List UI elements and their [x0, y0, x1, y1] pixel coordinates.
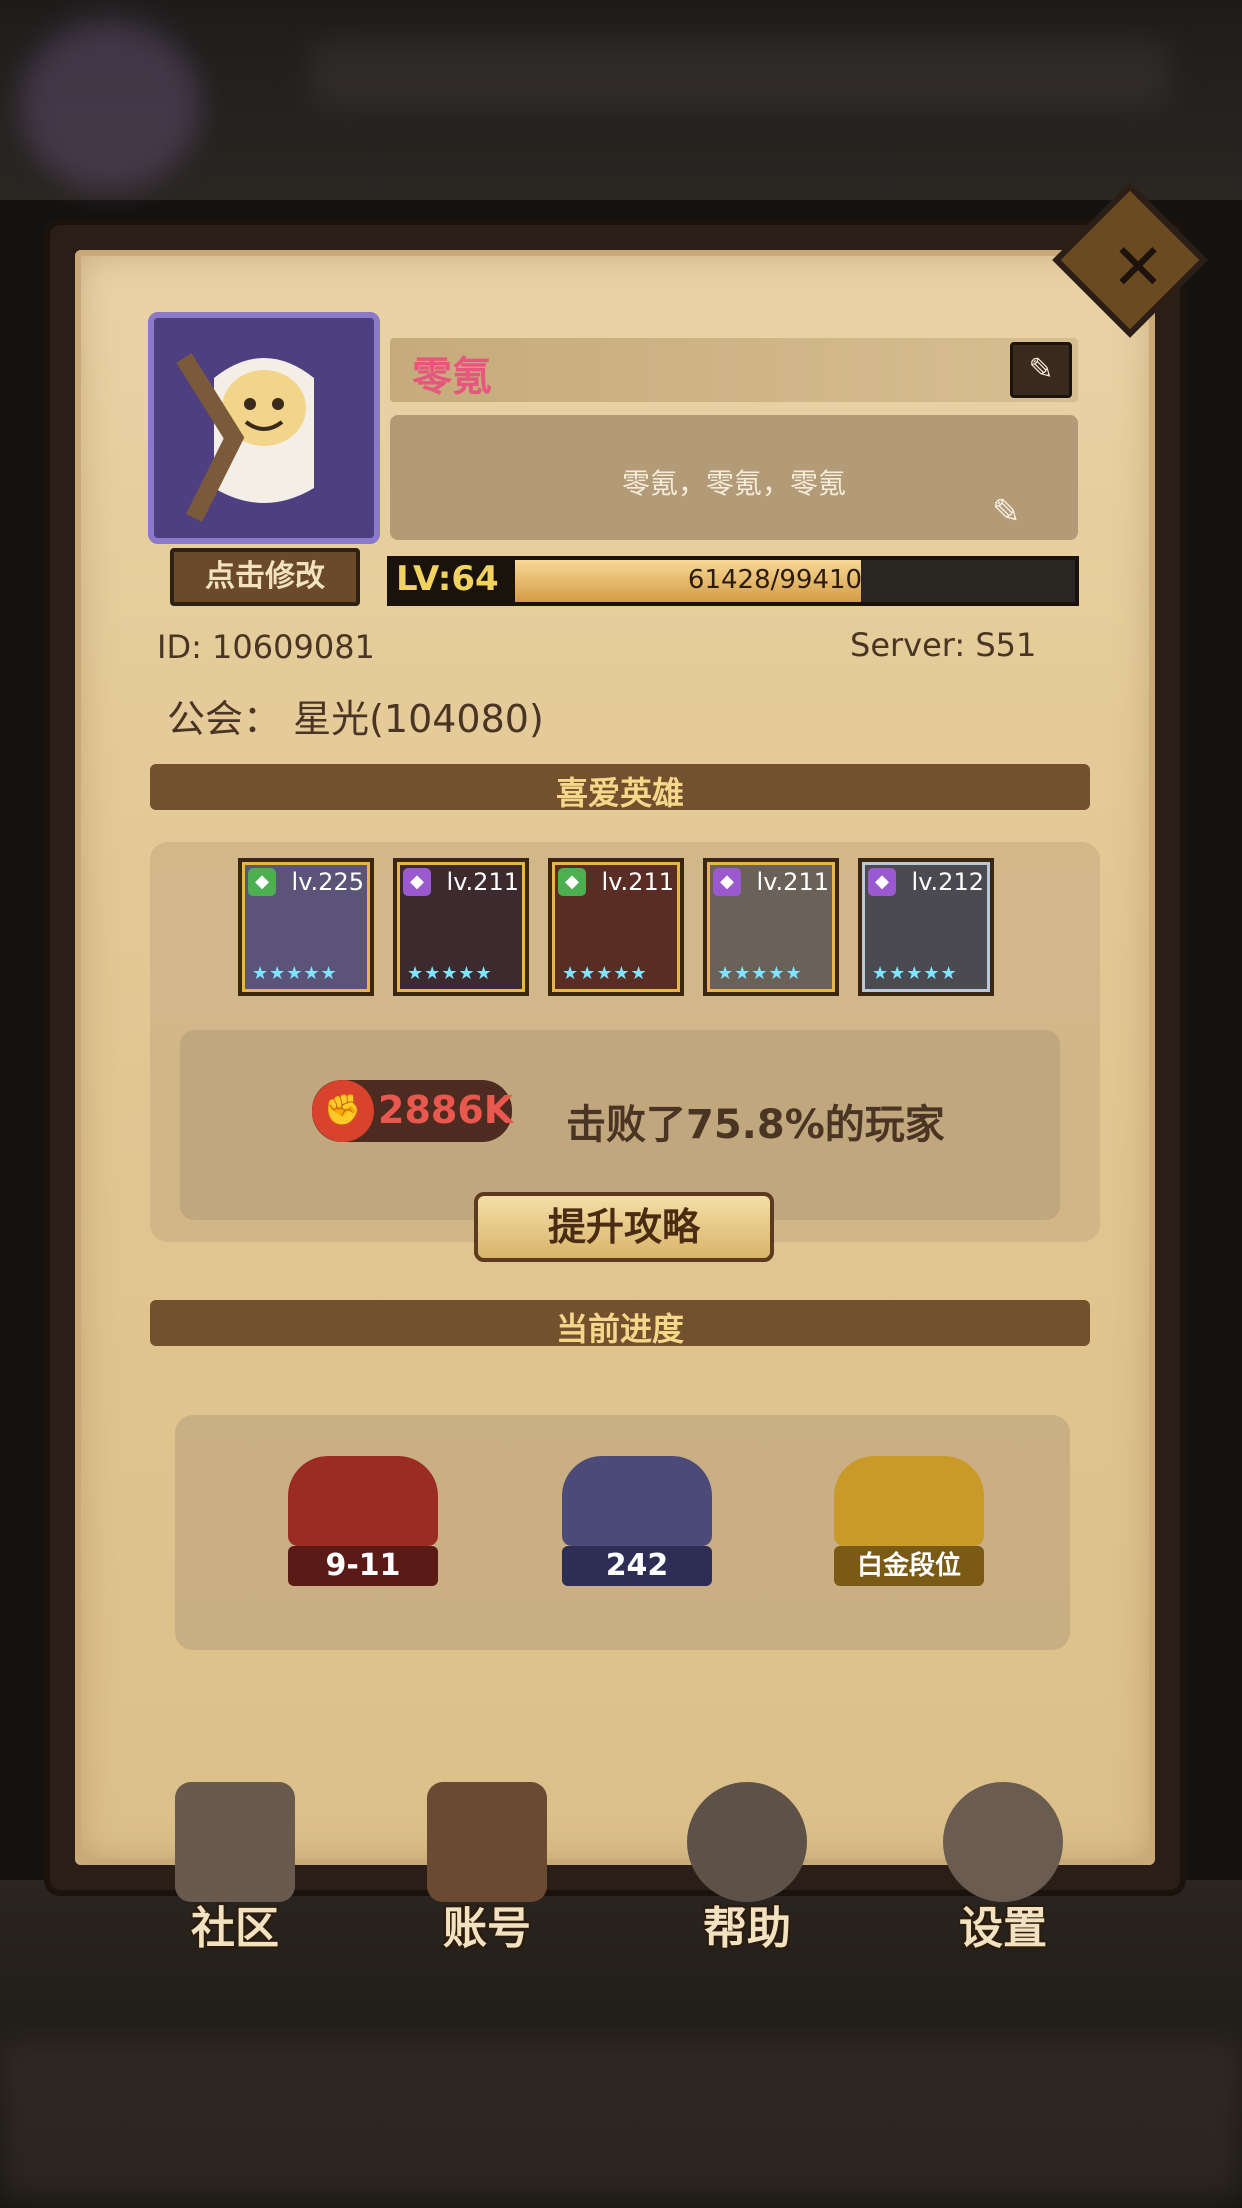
hero-card[interactable]: ◆ lv.211 ★★★★★	[393, 858, 529, 996]
nav-account-label: 账号	[443, 1903, 531, 1954]
close-icon[interactable]: ✕	[1083, 213, 1193, 323]
level-exp-text: 61428/99410	[687, 565, 863, 595]
hero-stars: ★★★★★	[562, 963, 648, 984]
hero-element-icon: ◆	[558, 868, 586, 896]
nav-settings-label: 设置	[959, 1903, 1047, 1954]
hero-stars: ★★★★★	[407, 963, 493, 984]
nav-help-label: 帮助	[703, 1903, 791, 1954]
blurred-bottom-tabs	[0, 2040, 1242, 2200]
hero-element-icon: ◆	[248, 868, 276, 896]
hero-card[interactable]: ◆ lv.225 ★★★★★	[238, 858, 374, 996]
level-label: LV:64	[396, 559, 499, 599]
account-card-icon	[427, 1782, 547, 1902]
arena-rank[interactable]: 白金段位	[794, 1456, 1024, 1606]
hero-level: lv.211	[756, 868, 829, 896]
nav-settings[interactable]: 设置	[918, 1782, 1088, 1962]
hero-level: lv.211	[601, 868, 674, 896]
hero-level: lv.225	[291, 868, 364, 896]
edit-avatar-button[interactable]: 点击修改	[170, 548, 360, 606]
fist-icon: ✊	[312, 1080, 374, 1142]
blurred-currency-bar	[310, 40, 1170, 110]
hero-card[interactable]: ◆ lv.211 ★★★★★	[548, 858, 684, 996]
campaign-book-icon	[288, 1456, 438, 1546]
arena-rank-label: 白金段位	[834, 1546, 984, 1586]
current-progress-title: 当前进度	[555, 1310, 684, 1348]
tower-sword-icon	[562, 1456, 712, 1546]
hero-level: lv.212	[911, 868, 984, 896]
gear-icon	[943, 1782, 1063, 1902]
blurred-avatar	[20, 20, 200, 190]
player-avatar[interactable]	[148, 312, 380, 544]
hero-stars: ★★★★★	[872, 963, 958, 984]
improve-strategy-button[interactable]: 提升攻略	[474, 1192, 774, 1262]
chat-bubble-icon	[687, 1782, 807, 1902]
hero-stars: ★★★★★	[717, 963, 803, 984]
beat-percentage-text: 击败了75.8%的玩家	[566, 1102, 945, 1148]
castle-icon	[175, 1782, 295, 1902]
hero-card[interactable]: ◆ lv.211 ★★★★★	[703, 858, 839, 996]
player-id: ID: 10609081	[157, 628, 375, 666]
nav-community[interactable]: 社区	[150, 1782, 320, 1962]
guild-info: 公会： 星光(104080)	[167, 697, 544, 741]
combat-power-value: 2886K	[378, 1088, 514, 1132]
signature-text: 零氪，零氪，零氪	[621, 467, 846, 500]
nav-help[interactable]: 帮助	[662, 1782, 832, 1962]
campaign-stage-label: 9-11	[288, 1546, 438, 1586]
edit-signature-icon[interactable]: ✎	[992, 492, 1021, 532]
tower-floor-label: 242	[562, 1546, 712, 1586]
tower-progress[interactable]: 242	[522, 1456, 752, 1606]
nav-account[interactable]: 账号	[402, 1782, 572, 1962]
nav-community-label: 社区	[191, 1903, 279, 1954]
hero-stars: ★★★★★	[252, 963, 338, 984]
name-bar	[390, 338, 1078, 402]
edit-name-button[interactable]: ✎	[1010, 342, 1072, 398]
hero-element-icon: ◆	[403, 868, 431, 896]
server-label: Server: S51	[850, 626, 1037, 664]
pencil-icon: ✎	[1028, 352, 1054, 387]
player-name: 零氪	[412, 354, 492, 400]
hero-element-icon: ◆	[713, 868, 741, 896]
hero-element-icon: ◆	[868, 868, 896, 896]
campaign-progress[interactable]: 9-11	[248, 1456, 478, 1606]
hero-level: lv.211	[446, 868, 519, 896]
arena-crossed-swords-icon	[834, 1456, 984, 1546]
favorite-heroes-title: 喜爱英雄	[555, 774, 684, 812]
hero-card[interactable]: ◆ lv.212 ★★★★★	[858, 858, 994, 996]
